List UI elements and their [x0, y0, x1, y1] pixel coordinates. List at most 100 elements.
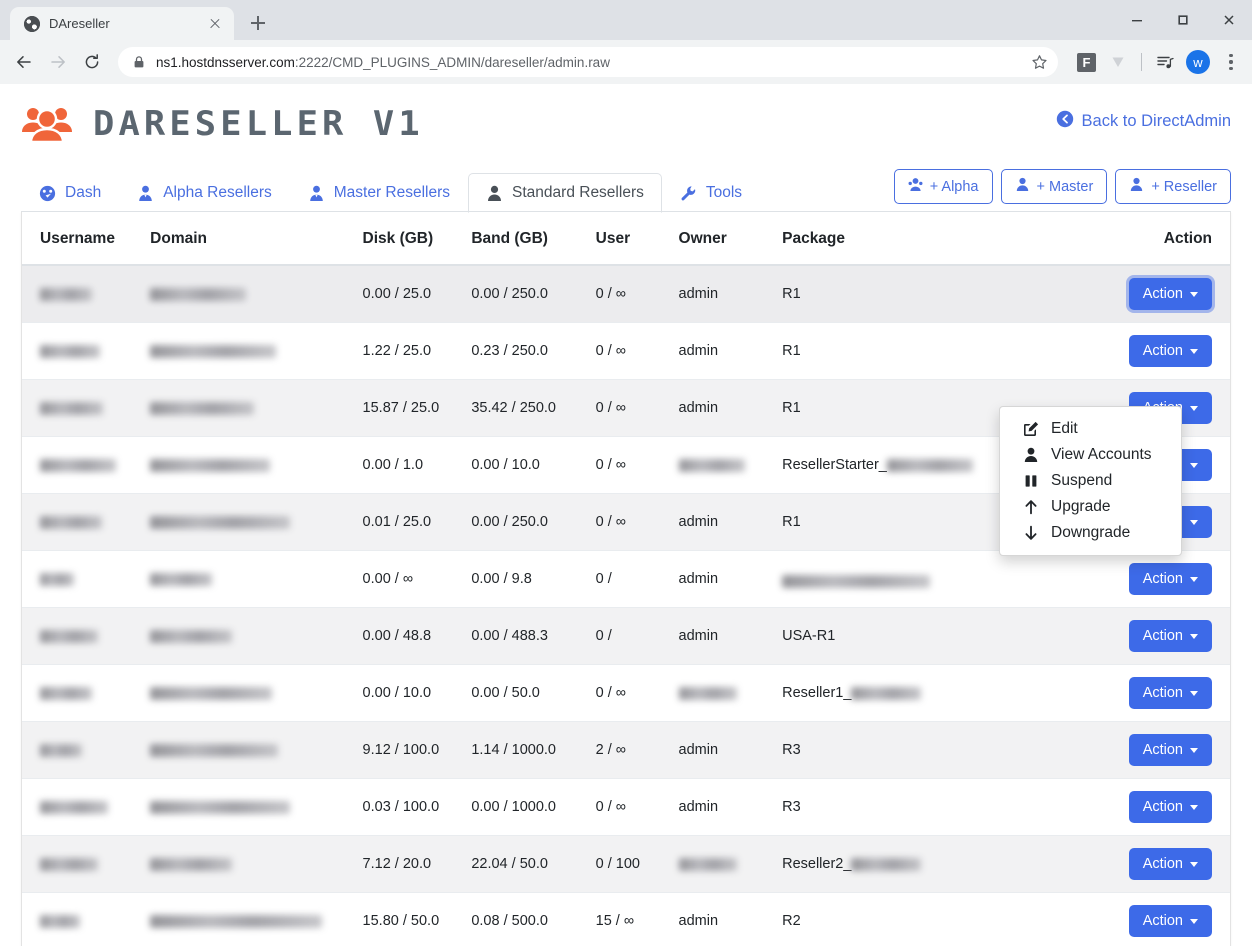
nav-tabs: Dash Alpha Resellers Master Resellers St… [21, 172, 760, 213]
nav-row: Dash Alpha Resellers Master Resellers St… [0, 169, 1252, 213]
close-tab-icon[interactable] [206, 15, 224, 33]
tab-master-resellers[interactable]: Master Resellers [290, 173, 468, 213]
redacted-text [678, 857, 737, 871]
close-window-button[interactable] [1206, 0, 1252, 40]
arrow-left-circle-icon [1056, 110, 1074, 133]
action-button[interactable]: Action [1128, 620, 1212, 652]
redacted-text [40, 686, 92, 700]
menu-item-downgrade[interactable]: Downgrade [1000, 520, 1181, 546]
tab-tools[interactable]: Tools [662, 173, 760, 213]
cell-disk: 1.22 / 25.0 [354, 322, 464, 380]
redacted-text [40, 401, 103, 415]
chevron-down-icon [1190, 918, 1198, 924]
dashboard-icon [39, 185, 56, 202]
cell-domain [142, 493, 355, 551]
table-row[interactable]: 1.22 / 25.0 0.23 / 250.0 0 / ∞ admin R1 Actio… [22, 322, 1230, 380]
globe-favicon-icon [24, 15, 40, 32]
chevron-down-icon [1190, 291, 1198, 297]
chevron-down-icon [1190, 804, 1198, 810]
cell-username [22, 607, 143, 665]
cell-domain [142, 892, 355, 946]
menu-item-edit[interactable]: Edit [1000, 416, 1181, 442]
cell-disk: 0.00 / 10.0 [354, 664, 464, 722]
table-body: 0.00 / 25.0 0.00 / 250.0 0 / ∞ admin R1 Actio… [22, 265, 1230, 946]
cell-band: 0.00 / 50.0 [463, 664, 588, 722]
table-row[interactable]: 9.12 / 100.0 1.14 / 1000.0 2 / ∞ admin R3 Act… [22, 721, 1230, 779]
table-row[interactable]: 0.03 / 100.0 0.00 / 1000.0 0 / ∞ admin R3 Act… [22, 778, 1230, 836]
browser-menu-button[interactable] [1218, 47, 1244, 77]
minimize-button[interactable] [1114, 0, 1160, 40]
chevron-down-icon [1190, 519, 1198, 525]
cell-user: 0 / [587, 607, 671, 665]
app-header: DARESELLER V1 Back to DirectAdmin [0, 84, 1252, 146]
extension-f-icon[interactable]: F [1077, 52, 1096, 72]
address-bar[interactable]: ns1.hostdnsserver.com:2222/CMD_PLUGINS_A… [118, 47, 1058, 77]
extension-v-icon[interactable] [1105, 49, 1131, 75]
forward-button[interactable] [42, 46, 74, 78]
resellers-table: Username Domain Disk (GB) Band (GB) User… [22, 212, 1230, 946]
add-master-button[interactable]: + Master [1000, 169, 1108, 204]
action-button[interactable]: Action [1128, 848, 1212, 880]
redacted-text [150, 344, 277, 358]
table-row[interactable]: 15.80 / 50.0 0.08 / 500.0 15 / ∞ admin R2 Act… [22, 892, 1230, 946]
cell-username [22, 664, 143, 722]
cell-disk: 15.80 / 50.0 [354, 892, 464, 946]
action-button[interactable]: Action [1128, 278, 1212, 310]
redacted-text [40, 458, 116, 472]
menu-item-upgrade-label: Upgrade [1051, 498, 1111, 515]
back-button[interactable] [8, 46, 40, 78]
cell-action: Action [1084, 892, 1230, 946]
redacted-text [150, 800, 291, 814]
table-row[interactable]: 0.00 / ∞ 0.00 / 9.8 0 /admin Action [22, 550, 1230, 608]
tab-dash[interactable]: Dash [21, 173, 119, 213]
menu-item-view-accounts[interactable]: View Accounts [1000, 442, 1181, 468]
redacted-text [851, 686, 922, 700]
cell-domain [142, 265, 355, 323]
tab-dash-label: Dash [65, 184, 102, 201]
action-button[interactable]: Action [1128, 335, 1212, 367]
browser-tab[interactable]: DAreseller [10, 7, 234, 40]
col-action: Action [1084, 212, 1230, 266]
menu-item-upgrade[interactable]: Upgrade [1000, 494, 1181, 520]
redacted-text [150, 401, 255, 415]
back-to-directadmin-label: Back to DirectAdmin [1081, 112, 1231, 130]
cell-owner: admin [670, 892, 775, 946]
redacted-text [150, 743, 279, 757]
redacted-text [150, 515, 291, 529]
redacted-text [678, 458, 745, 472]
action-dropdown-menu[interactable]: Edit View Accounts Suspend Upgrade Downg… [999, 406, 1182, 556]
cell-owner [670, 436, 775, 494]
cell-band: 0.00 / 488.3 [463, 607, 588, 665]
col-package: Package [774, 212, 1085, 266]
media-playlist-icon[interactable] [1152, 49, 1178, 75]
action-button[interactable]: Action [1128, 734, 1212, 766]
tab-alpha-resellers[interactable]: Alpha Resellers [119, 173, 290, 213]
table-row[interactable]: 0.00 / 48.8 0.00 / 488.3 0 /admin USA-R1 Act… [22, 607, 1230, 665]
action-button-label: Action [1142, 799, 1183, 815]
table-row[interactable]: 0.00 / 10.0 0.00 / 50.0 0 / ∞ Reseller1_ Act… [22, 664, 1230, 722]
cell-band: 0.00 / 250.0 [463, 265, 588, 323]
new-tab-button[interactable] [244, 9, 272, 37]
reload-button[interactable] [76, 46, 108, 78]
cell-band: 1.14 / 1000.0 [463, 721, 588, 779]
table-row[interactable]: 0.00 / 25.0 0.00 / 250.0 0 / ∞ admin R1 Actio… [22, 265, 1230, 323]
action-button[interactable]: Action [1128, 677, 1212, 709]
profile-avatar[interactable]: w [1186, 50, 1210, 74]
tab-standard-resellers[interactable]: Standard Resellers [468, 173, 662, 213]
menu-item-suspend[interactable]: Suspend [1000, 468, 1181, 494]
cell-domain [142, 664, 355, 722]
table-row[interactable]: 7.12 / 20.0 22.04 / 50.0 0 / 100 Reseller2_… [22, 835, 1230, 893]
action-button[interactable]: Action [1128, 905, 1212, 937]
add-reseller-button[interactable]: + Reseller [1115, 169, 1231, 204]
action-button[interactable]: Action [1128, 563, 1212, 595]
page-viewport: DARESELLER V1 Back to DirectAdmin Dash A… [0, 84, 1252, 946]
maximize-button[interactable] [1160, 0, 1206, 40]
extensions-area: F w [1066, 47, 1244, 77]
users-icon [908, 177, 923, 196]
redacted-text [150, 857, 233, 871]
back-to-directadmin-link[interactable]: Back to DirectAdmin [1056, 102, 1231, 133]
action-button[interactable]: Action [1128, 791, 1212, 823]
bookmark-star-icon[interactable] [1026, 49, 1052, 75]
redacted-text [150, 629, 233, 643]
add-alpha-button[interactable]: + Alpha [893, 169, 993, 204]
